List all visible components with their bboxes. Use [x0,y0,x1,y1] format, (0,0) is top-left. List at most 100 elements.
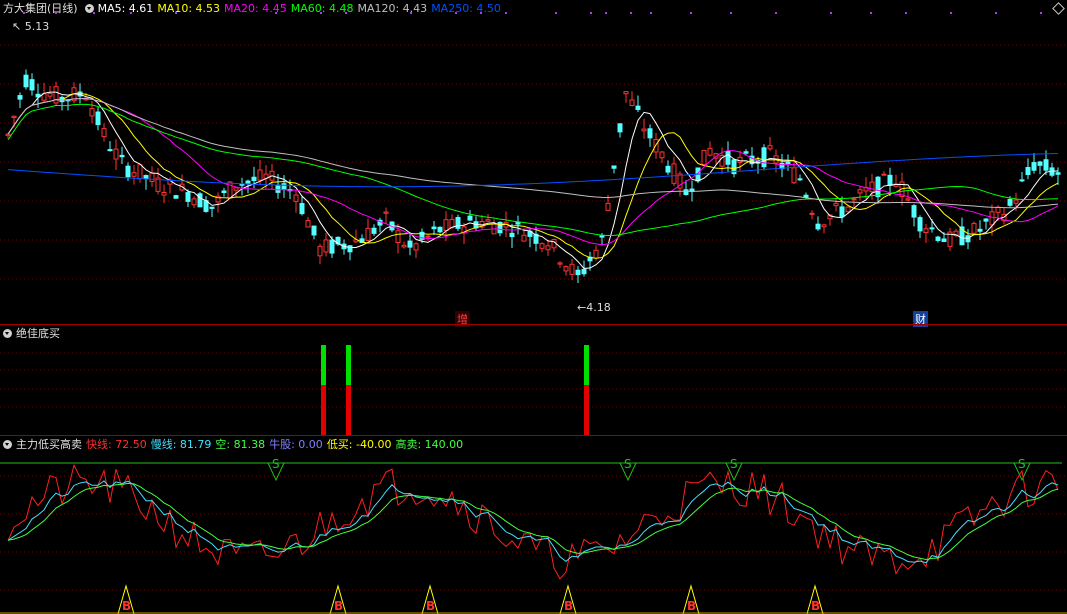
candle-body [509,232,515,238]
candle-body [347,245,353,253]
candle-body [521,234,527,242]
signal-dot [93,12,95,14]
signal-dot [995,12,997,14]
candle-body [995,206,1001,213]
candle-body [143,175,149,179]
candle-body [47,93,53,97]
bottom-buy-bar-top [346,345,351,385]
candle-body [245,180,251,184]
candle-body [23,74,29,88]
candle-body [875,176,881,198]
candlestick-chart [0,12,1067,284]
candle-body [413,243,419,251]
oscillator-pane[interactable]: 主力低买高卖 快线: 72.50 慢线: 81.79 空: 81.38 牛股: 0.0… [0,436,1067,614]
candle-body [593,249,599,259]
candle-body [845,206,851,213]
candle-body [131,172,137,177]
candle-body [329,239,335,254]
sell-signal-label: S [730,457,738,471]
candle-body [371,227,377,234]
candle-body [401,244,407,248]
candle-body [425,235,431,238]
candle-body [941,238,947,243]
candle-body [1037,161,1043,166]
candle-body [485,219,491,222]
bottom-buy-bar-top [584,345,589,385]
signal-dot [950,12,952,14]
candle-body [743,151,749,154]
candle-body [665,165,671,173]
candle-body [917,217,923,232]
signal-dot [480,12,482,14]
candle-body [101,128,107,138]
candle-body [647,128,653,139]
signal-dot [905,12,907,14]
signal-dot [650,12,652,14]
candle-body [1007,198,1013,206]
candle-body [833,202,839,207]
candle-body [1055,172,1061,175]
candle-body [581,268,587,275]
signal-dot [23,12,25,14]
candle-body [839,206,845,218]
candle-body [857,189,863,194]
candle-body [209,206,215,209]
candle-body [623,91,629,95]
candle-body [137,164,143,180]
candle-body [467,215,473,221]
signal-dot [630,12,632,14]
candle-body [785,161,791,165]
candle-body [605,202,611,211]
candle-body [125,165,131,178]
candle-body [275,184,281,193]
bottom-buy-bar-top [321,345,326,385]
candle-body [11,115,17,119]
candle-body [821,224,827,228]
candle-body [365,227,371,241]
sell-signal-label: S [1018,457,1026,471]
candle-body [383,211,389,214]
candle-body [323,239,329,253]
bottom-buy-bar-bottom [321,385,326,435]
signal-dot [690,12,692,14]
candle-body [659,151,665,159]
candle-body [539,243,545,249]
candle-body [1019,179,1025,182]
candle-body [233,187,239,191]
candle-body [737,156,743,163]
buy-signal-label: B [811,599,820,613]
candle-body [1031,162,1037,171]
candle-body [923,228,929,234]
buy-signal-label: B [122,599,131,613]
candle-body [545,245,551,251]
signal-dot [455,12,457,14]
signal-dot [555,12,557,14]
candle-body [881,173,887,176]
candle-body [5,133,11,137]
buy-signal-label: B [334,599,343,613]
candle-body [89,108,95,117]
signal-dot [590,12,592,14]
low-price-value: 4.18 [586,301,611,314]
candle-body [197,193,203,208]
signal-dot [1040,12,1042,14]
candle-body [869,181,875,193]
slow-line [7,480,1059,564]
price-pane[interactable]: 方大集团(日线) MA5: 4.61 MA10: 4.53 MA20: 4.45 MA… [0,0,1067,327]
candle-body [149,172,155,182]
candle-body [407,240,413,248]
candle-body [299,203,305,215]
sell-signal-label: S [624,457,632,471]
signal-dot [130,12,132,14]
bottom-buy-bar-bottom [584,385,589,435]
candle-body [185,192,191,202]
candle-body [707,147,713,156]
bottom-buy-pane[interactable]: 绝佳底买 [0,325,1067,435]
candle-body [437,226,443,233]
candle-body [317,245,323,257]
candle-body [809,212,815,215]
candle-body [281,183,287,190]
oscillator-chart: S S S S B B B B B B [0,457,1067,614]
candle-body [635,105,641,110]
candle-body [431,226,437,230]
